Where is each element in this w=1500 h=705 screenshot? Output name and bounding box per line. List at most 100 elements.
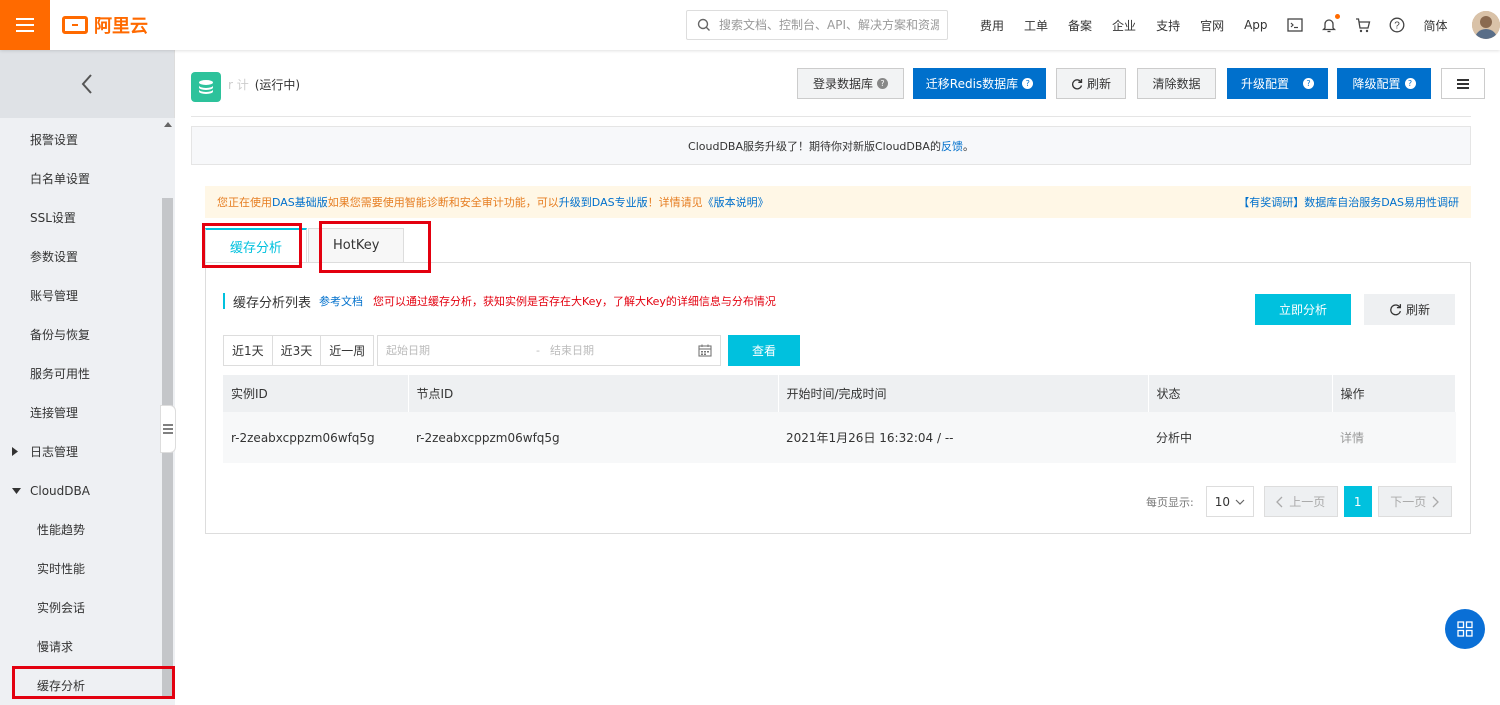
feedback-link[interactable]: 反馈 [941,138,963,154]
svg-text:?: ? [1394,21,1400,32]
sidebar-item-connections[interactable]: 连接管理 [0,393,160,432]
sidebar-back-button[interactable] [0,50,174,118]
sidebar-item-sessions[interactable]: 实例会话 [0,588,160,627]
notice-end: 。 [962,139,974,153]
question-icon[interactable]: ? [877,78,888,89]
page-size-value: 10 [1214,494,1230,509]
sidebar-item-availability[interactable]: 服务可用性 [0,354,160,393]
pagination: 每页显示: 10 上一页 1 下一页 [1146,486,1452,517]
analysis-tabs: 缓存分析 HotKey [205,228,405,262]
terminal-icon[interactable] [1286,16,1304,34]
date-range-picker[interactable]: - [377,335,721,366]
tab-hotkey[interactable]: HotKey [308,228,405,262]
cart-icon[interactable] [1354,16,1372,34]
scroll-up-arrow-icon[interactable] [164,122,172,127]
range-1-day[interactable]: 近1天 [224,336,273,365]
language-switch[interactable]: 简体 [1424,17,1448,34]
page-1-button[interactable]: 1 [1343,486,1372,517]
clouddba-notice: CloudDBA服务升级了！期待你对新版CloudDBA的 反馈。 [191,126,1471,165]
menu-icon [1457,78,1469,89]
analyze-now-button[interactable]: 立即分析 [1255,294,1351,325]
start-date-input[interactable] [386,344,526,357]
sidebar-item-params[interactable]: 参数设置 [0,237,160,276]
nav-app[interactable]: App [1244,18,1267,32]
button-label: 查看 [751,344,776,358]
nav-fees[interactable]: 费用 [980,17,1004,34]
details-link[interactable]: 详情 [1332,412,1456,463]
panel-refresh-button[interactable]: 刷新 [1364,294,1455,325]
aliyun-logo[interactable]: 阿里云 [62,13,148,37]
survey-link[interactable]: 【有奖调研】数据库自治服务DAS易用性调研 [1238,196,1459,209]
sidebar-item-slow-requests[interactable]: 慢请求 [0,627,160,666]
time-range-selector: 近1天 近3天 近一周 [223,335,375,366]
sidebar-item-realtime-perf[interactable]: 实时性能 [0,549,160,588]
main-menu-button[interactable] [0,0,50,50]
tab-cache-analysis[interactable]: 缓存分析 [205,228,308,262]
logo-text: 阿里云 [94,16,148,37]
warning-text: 如果您需要使用智能诊断和安全审计功能，可以 [327,196,559,209]
column-header-instance-id: 实例ID [223,375,409,412]
range-3-days[interactable]: 近3天 [272,336,322,365]
sidebar-item-accounts[interactable]: 账号管理 [0,276,160,315]
refresh-icon [1390,304,1402,316]
version-notes-link[interactable]: 《版本说明》 [703,196,769,209]
floating-apps-button[interactable] [1445,609,1485,649]
calendar-icon[interactable] [698,344,712,357]
sidebar-collapse-handle[interactable] [160,405,176,453]
warning-text: ！详情请见 [647,196,703,209]
range-1-week[interactable]: 近一周 [321,336,374,365]
sidebar-item-cache-analysis[interactable]: 缓存分析 [0,666,160,705]
chevron-right-icon [1432,496,1440,507]
button-label: 登录数据库 [812,77,873,91]
nav-official-site[interactable]: 官网 [1200,17,1224,34]
button-label: 升级配置 [1240,77,1289,91]
next-page-button[interactable]: 下一页 [1377,486,1452,517]
cache-analysis-table: 实例ID 节点ID 开始时间/完成时间 状态 操作 r-2zeabxcppzm0… [223,375,1456,463]
chevron-left-icon [1276,496,1283,507]
page-size-select[interactable]: 10 [1205,486,1254,517]
upgrade-das-pro-link[interactable]: 升级到DAS专业版 [559,196,648,209]
downgrade-config-button[interactable]: 降级配置? [1337,68,1431,99]
user-avatar[interactable] [1471,11,1500,39]
end-date-input[interactable] [549,344,690,357]
nav-enterprise[interactable]: 企业 [1112,17,1136,34]
page-number: 1 [1353,494,1362,509]
sidebar-item-whitelist[interactable]: 白名单设置 [0,159,160,198]
nav-support[interactable]: 支持 [1156,17,1180,34]
button-label: 上一页 [1289,495,1326,509]
refresh-button[interactable]: 刷新 [1056,68,1126,99]
global-search[interactable] [686,10,948,40]
sidebar-item-ssl[interactable]: SSL设置 [0,198,160,237]
sidebar-item-alarm-settings[interactable]: 报警设置 [0,120,160,159]
column-header-status: 状态 [1148,375,1333,412]
clear-data-button[interactable]: 清除数据 [1137,68,1216,99]
migrate-redis-button[interactable]: 迁移Redis数据库? [913,68,1046,99]
question-icon[interactable]: ? [1022,78,1034,89]
upgrade-config-button[interactable]: 升级配置? [1227,68,1328,99]
sidebar-item-perf-trend[interactable]: 性能趋势 [0,510,160,549]
sidebar-item-logs[interactable]: 日志管理 [0,432,160,471]
list-icon [163,424,173,434]
das-basic-link[interactable]: DAS基础版 [272,196,328,209]
sidebar-item-label: 慢请求 [37,640,74,654]
query-button[interactable]: 查看 [728,335,800,366]
panel-title: 缓存分析列表 [233,295,312,311]
login-database-button[interactable]: 登录数据库? [797,68,904,99]
nav-tickets[interactable]: 工单 [1024,17,1048,34]
more-menu-button[interactable] [1441,68,1485,99]
help-icon[interactable]: ? [1388,16,1406,34]
sidebar-item-clouddba[interactable]: CloudDBA [0,471,160,510]
refresh-icon [1072,78,1083,89]
reference-doc-link[interactable]: 参考文档 [319,293,363,309]
panel-hint: 您可以通过缓存分析，获知实例是否存在大Key，了解大Key的详细信息与分布情况 [373,295,776,308]
nav-icp[interactable]: 备案 [1068,17,1092,34]
prev-page-button[interactable]: 上一页 [1263,486,1338,517]
button-label: 刷新 [1086,77,1111,91]
bell-icon[interactable] [1320,14,1340,34]
question-icon[interactable]: ? [1404,78,1416,89]
question-icon[interactable]: ? [1303,78,1314,89]
sidebar-item-backup[interactable]: 备份与恢复 [0,315,160,354]
sidebar-item-label: 连接管理 [30,406,79,420]
range-label: 近一周 [329,344,366,358]
search-input[interactable] [719,18,939,32]
